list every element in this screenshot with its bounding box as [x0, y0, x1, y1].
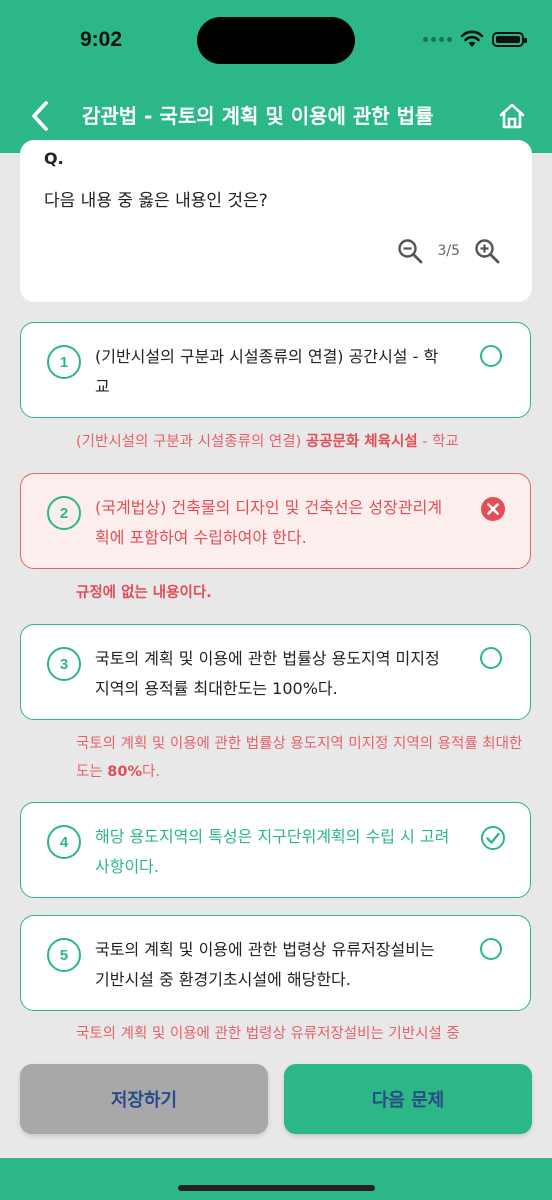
status-time: 9:02	[80, 28, 123, 51]
back-button[interactable]	[26, 98, 56, 134]
wrong-icon	[481, 497, 505, 521]
battery-icon	[492, 31, 527, 47]
save-button[interactable]: 저장하기	[20, 1064, 268, 1134]
status-icons	[423, 30, 527, 48]
question-label: Q.	[44, 149, 64, 168]
radio-button[interactable]	[480, 938, 506, 964]
page-title: 감관법 - 국토의 계획 및 이용에 관한 법률	[82, 104, 434, 128]
explanation-text: - 학교	[417, 434, 459, 450]
option-1[interactable]: 1 (기반시설의 구분과 시설종류의 연결) 공간시설 - 학교	[20, 322, 531, 418]
status-bar: 9:02	[0, 0, 552, 80]
option-number: 5	[47, 938, 81, 972]
home-button[interactable]	[498, 102, 526, 130]
dynamic-island	[197, 17, 355, 64]
zoom-in-icon[interactable]	[474, 238, 500, 264]
bottom-bar	[0, 1158, 552, 1200]
option-text: 해당 용도지역의 특성은 지구단위계획의 수립 시 고려사항이다.	[95, 827, 450, 876]
explanation-text: (기반시설의 구분과 시설종류의 연결)	[76, 434, 306, 450]
option-number: 4	[47, 825, 81, 859]
page-indicator: 3/5	[437, 243, 460, 259]
option-5[interactable]: 5 국토의 계획 및 이용에 관한 법령상 유류저장설비는 기반시설 중 환경기…	[20, 915, 531, 1011]
option-number: 3	[47, 647, 81, 681]
explanation-highlight: 80%	[107, 764, 143, 780]
zoom-out-icon[interactable]	[397, 238, 423, 264]
explanation-text: 다.	[142, 764, 160, 780]
option-number: 2	[47, 496, 81, 530]
option-text: 국토의 계획 및 이용에 관한 법률상 용도지역 미지정 지역의 용적률 최대한…	[95, 649, 440, 698]
explanation-1: (기반시설의 구분과 시설종류의 연결) 공공문화 체육시설 - 학교	[76, 428, 526, 456]
option-4[interactable]: 4 해당 용도지역의 특성은 지구단위계획의 수립 시 고려사항이다.	[20, 802, 531, 898]
explanation-3: 국토의 계획 및 이용에 관한 법률상 용도지역 미지정 지역의 용적률 최대한…	[76, 730, 526, 786]
option-2[interactable]: 2 (국계법상) 건축물의 디자인 및 건축선은 성장관리계획에 포함하여 수립…	[20, 473, 531, 569]
radio-button[interactable]	[480, 345, 506, 371]
question-card: Q. 다음 내용 중 옳은 내용인 것은? 3/5	[20, 140, 532, 302]
signal-icon	[423, 36, 452, 42]
question-text: 다음 내용 중 옳은 내용인 것은?	[44, 191, 268, 211]
explanation-highlight: 공공문화 체육시설	[305, 434, 418, 450]
explanation-2: 규정에 없는 내용이다.	[76, 579, 526, 607]
radio-button[interactable]	[480, 647, 506, 673]
explanation-highlight: 규정에 없는 내용이다.	[76, 585, 212, 601]
option-text: (기반시설의 구분과 시설종류의 연결) 공간시설 - 학교	[95, 347, 439, 396]
wifi-icon	[460, 30, 484, 47]
next-question-button[interactable]: 다음 문제	[284, 1064, 532, 1134]
option-text: (국계법상) 건축물의 디자인 및 건축선은 성장관리계획에 포함하여 수립하여…	[95, 498, 443, 547]
check-icon	[481, 826, 505, 850]
option-3[interactable]: 3 국토의 계획 및 이용에 관한 법률상 용도지역 미지정 지역의 용적률 최…	[20, 624, 531, 720]
option-number: 1	[47, 345, 81, 379]
option-text: 국토의 계획 및 이용에 관한 법령상 유류저장설비는 기반시설 중 환경기초시…	[95, 940, 435, 989]
zoom-controls: 3/5	[397, 238, 500, 264]
home-indicator	[178, 1185, 375, 1191]
explanation-5: 국토의 계획 및 이용에 관한 법령상 유류저장설비는 기반시설 중	[76, 1020, 526, 1048]
explanation-text: 국토의 계획 및 이용에 관한 법령상 유류저장설비는 기반시설 중	[76, 1026, 460, 1042]
